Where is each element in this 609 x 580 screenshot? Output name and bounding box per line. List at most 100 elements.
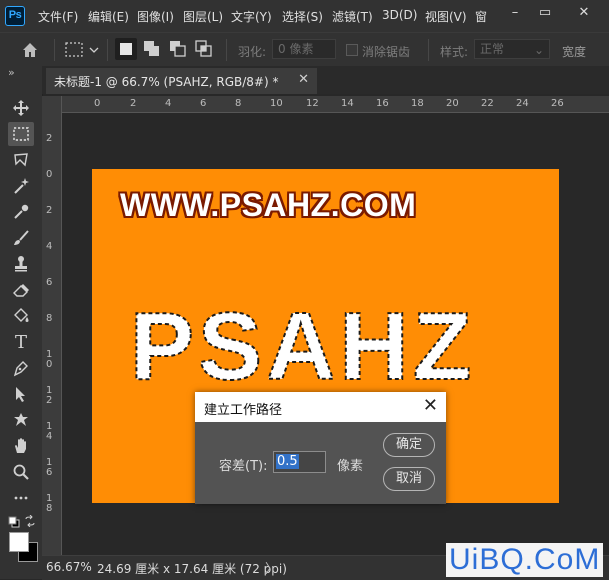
menu-bar: Ps 文件(F) 编辑(E) 图像(I) 图层(L) 文字(Y) 选择(S) 滤… [0, 0, 609, 32]
document-tab-bar: 未标题-1 @ 66.7% (PSAHZ, RGB/8#) * ✕ [42, 66, 609, 94]
more-tools-button[interactable] [8, 486, 34, 510]
paint-bucket-tool[interactable] [8, 304, 34, 328]
tolerance-unit: 像素 [337, 459, 364, 474]
magic-wand-tool[interactable] [8, 174, 34, 198]
menu-select[interactable]: 选择(S) [282, 8, 323, 25]
menu-image[interactable]: 图像(I) [137, 8, 174, 25]
restore-button[interactable]: ▭ [535, 3, 555, 23]
pen-icon [13, 361, 28, 377]
ruler-tick: 2 [46, 133, 53, 144]
menu-edit[interactable]: 编辑(E) [88, 8, 129, 25]
close-window-button[interactable]: ✕ [574, 3, 594, 23]
hand-icon [15, 438, 26, 453]
paint-bucket-icon [14, 308, 29, 322]
lasso-icon [14, 153, 28, 167]
ruler-tick: 12 [306, 98, 319, 109]
menu-window[interactable]: 窗 [475, 8, 487, 25]
vertical-ruler: 2 0 2 4 6 8 1 0 1 2 1 4 1 6 1 8 [42, 96, 62, 555]
collapse-panel-icon[interactable]: » [8, 66, 15, 79]
new-selection-button[interactable] [115, 38, 137, 60]
type-tool[interactable]: T [8, 330, 34, 354]
stamp-tool[interactable] [8, 252, 34, 276]
ruler-tick: 16 [376, 98, 389, 109]
ruler-tick: 18 [411, 98, 424, 109]
intersect-selection-button[interactable] [193, 38, 215, 60]
document-size-info: 24.69 厘米 x 17.64 厘米 (72 ppi) [97, 562, 287, 576]
tools-panel: » T [0, 66, 43, 579]
marquee-preset-picker[interactable] [64, 40, 100, 60]
site-watermark: UiBQ.CoM [446, 543, 604, 577]
divider [428, 39, 429, 61]
menu-layer[interactable]: 图层(L) [183, 8, 223, 25]
feather-input[interactable]: 0 像素 [272, 39, 336, 59]
menu-view[interactable]: 视图(V) [425, 8, 467, 25]
more-icon [14, 496, 28, 500]
ruler-tick: 6 [200, 98, 207, 109]
ruler-tick: 14 [341, 98, 354, 109]
pen-tool[interactable] [8, 356, 34, 380]
add-to-selection-button[interactable] [141, 38, 163, 60]
ruler-tick: 0 [46, 169, 53, 180]
zoom-level[interactable]: 66.67% [46, 560, 92, 574]
zoom-icon [13, 464, 29, 480]
style-select-value: 正常 [480, 42, 505, 56]
menu-3d[interactable]: 3D(D) [382, 8, 417, 22]
antialias-checkbox[interactable] [346, 44, 358, 56]
subtract-from-selection-button[interactable] [167, 38, 189, 60]
ruler-tick: 1 6 [46, 457, 53, 478]
document-tab[interactable]: 未标题-1 @ 66.7% (PSAHZ, RGB/8#) * ✕ [46, 68, 317, 94]
options-bar: 羽化: 0 像素 消除锯齿 样式: 正常 ⌄ 宽度 [0, 32, 609, 67]
dialog-close-icon[interactable]: ✕ [423, 396, 438, 416]
ruler-tick: 6 [46, 277, 53, 288]
move-icon [13, 100, 29, 116]
ruler-tick: 0 [94, 98, 101, 109]
ruler-tick: 1 8 [46, 493, 53, 514]
dialog-title-bar[interactable]: 建立工作路径 ✕ [195, 392, 446, 422]
selection-text: PSAHZ [130, 293, 475, 400]
hand-tool[interactable] [8, 434, 34, 458]
ruler-tick: 4 [165, 98, 172, 109]
eyedropper-tool[interactable] [8, 200, 34, 224]
tolerance-label: 容差(T): [219, 459, 268, 474]
style-label: 样式: [440, 45, 469, 59]
tolerance-input[interactable]: 0.5 [273, 451, 326, 473]
document-tab-title: 未标题-1 @ 66.7% (PSAHZ, RGB/8#) * [54, 75, 279, 89]
ruler-tick: 20 [446, 98, 459, 109]
path-selection-tool[interactable] [8, 382, 34, 406]
lasso-tool[interactable] [8, 148, 34, 172]
ruler-tick: 26 [551, 98, 564, 109]
ruler-tick: 22 [481, 98, 494, 109]
dialog-title: 建立工作路径 [204, 403, 283, 418]
arrow-pointer-icon [16, 387, 25, 402]
status-menu-arrow-icon[interactable]: 〉 [265, 558, 278, 577]
antialias-label: 消除锯齿 [362, 45, 411, 59]
ruler-tick: 10 [270, 98, 283, 109]
divider [54, 39, 55, 61]
default-colors-icon[interactable] [8, 516, 20, 528]
eraser-icon [13, 284, 29, 297]
eraser-tool[interactable] [8, 278, 34, 302]
cancel-button[interactable]: 取消 [383, 467, 435, 491]
custom-shape-tool[interactable] [8, 408, 34, 432]
ok-button[interactable]: 确定 [383, 433, 435, 457]
ruler-tick: 8 [46, 313, 53, 324]
horizontal-ruler: 0 2 4 6 8 10 12 14 16 18 20 22 24 26 [62, 96, 609, 113]
marquee-icon [13, 127, 29, 141]
swap-colors-icon[interactable] [24, 514, 36, 528]
menu-file[interactable]: 文件(F) [38, 8, 78, 25]
move-tool[interactable] [8, 96, 34, 120]
shape-icon [14, 413, 28, 426]
ruler-tick: 24 [516, 98, 529, 109]
foreground-color-swatch[interactable] [9, 532, 29, 552]
home-icon[interactable] [20, 40, 40, 60]
brush-tool[interactable] [8, 226, 34, 250]
menu-filter[interactable]: 滤镜(T) [332, 8, 373, 25]
close-tab-icon[interactable]: ✕ [298, 72, 309, 87]
divider [107, 39, 108, 61]
menu-type[interactable]: 文字(Y) [231, 8, 272, 25]
rectangular-marquee-tool[interactable] [8, 122, 34, 146]
style-select[interactable]: 正常 ⌄ [474, 39, 550, 59]
ruler-tick: 2 [46, 205, 53, 216]
zoom-tool[interactable] [8, 460, 34, 484]
minimize-button[interactable]: – [505, 3, 525, 23]
